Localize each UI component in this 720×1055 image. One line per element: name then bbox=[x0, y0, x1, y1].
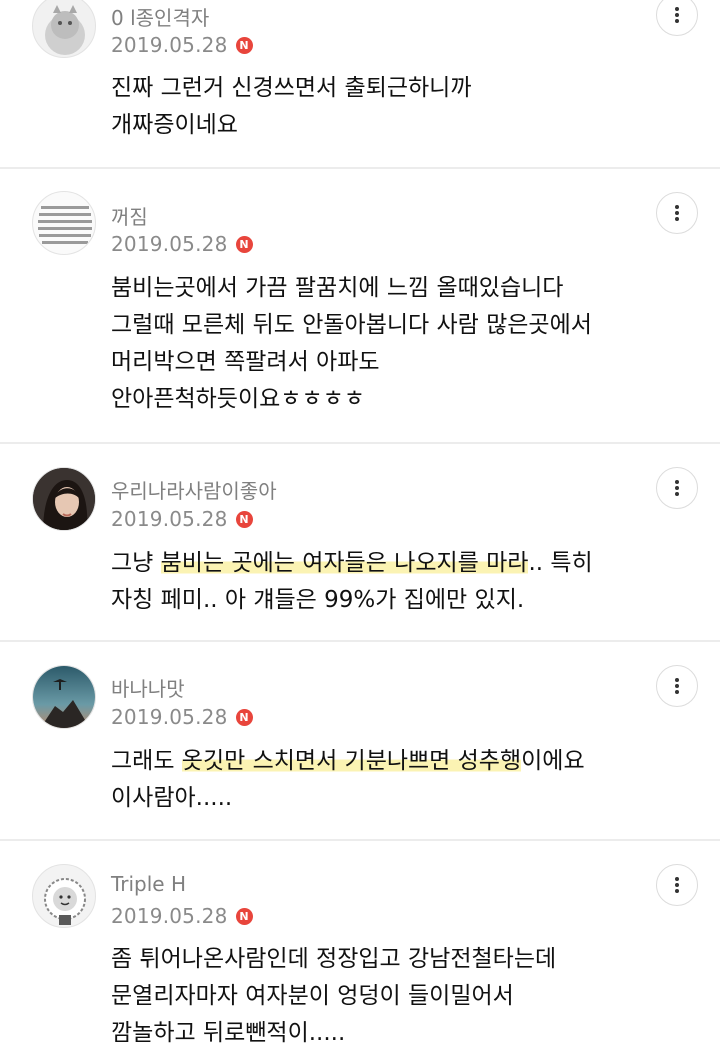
more-vertical-icon bbox=[675, 678, 679, 694]
comment-nickname[interactable]: 꺼짐 bbox=[111, 201, 148, 230]
new-badge-icon: N bbox=[235, 235, 253, 253]
comment-line: 안아픈척하듯이요ㅎㅎㅎㅎ bbox=[111, 381, 701, 418]
new-badge-icon: N bbox=[235, 907, 253, 925]
more-options-button[interactable] bbox=[656, 0, 698, 36]
highlighted-text: 옷깃만 스치면서 기분나쁘면 성추행 bbox=[181, 748, 522, 774]
more-options-button[interactable] bbox=[656, 864, 698, 906]
comment-date: 2019.05.28 bbox=[111, 507, 228, 531]
comment-nickname[interactable]: Triple H bbox=[111, 872, 186, 896]
comment-text: 머리박으면 쪽팔려서 아파도 bbox=[111, 349, 380, 375]
avatar[interactable] bbox=[32, 864, 96, 928]
comment-text: 좀 튀어나온사람인데 정장입고 강남전철타는데 bbox=[111, 946, 557, 972]
comment-body: 붐비는곳에서 가끔 팔꿈치에 느낌 올때있습니다그럴때 모른체 뒤도 안돌아봅니… bbox=[111, 270, 701, 418]
comment-nickname[interactable]: 우리나라사람이좋아 bbox=[111, 475, 277, 504]
avatar[interactable] bbox=[32, 0, 96, 58]
comment-meta: 2019.05.28 N bbox=[111, 705, 253, 729]
more-options-button[interactable] bbox=[656, 192, 698, 234]
comment-date: 2019.05.28 bbox=[111, 232, 228, 256]
more-options-button[interactable] bbox=[656, 665, 698, 707]
comment-text: 진짜 그런거 신경쓰면서 출퇴근하니까 bbox=[111, 75, 472, 101]
more-options-button[interactable] bbox=[656, 467, 698, 509]
comment-text: 개짜증이네요 bbox=[111, 112, 238, 138]
comment-body: 진짜 그런거 신경쓰면서 출퇴근하니까개짜증이네요 bbox=[111, 70, 701, 144]
comment-body: 그래도 옷깃만 스치면서 기분나쁘면 성추행이에요이사람아..... bbox=[111, 743, 701, 817]
comment-line: 자칭 페미.. 아 걔들은 99%가 집에만 있지. bbox=[111, 582, 701, 619]
comment-text: 안아픈척하듯이요ㅎㅎㅎㅎ bbox=[111, 386, 365, 412]
comment-meta: 2019.05.28 N bbox=[111, 507, 253, 531]
comment-body: 좀 튀어나온사람인데 정장입고 강남전철타는데문열리자마자 여자분이 엉덩이 들… bbox=[111, 941, 701, 1052]
highlighted-text: 붐비는 곳에는 여자들은 나오지를 마라 bbox=[160, 550, 529, 576]
comment-line: 붐비는곳에서 가끔 팔꿈치에 느낌 올때있습니다 bbox=[111, 270, 701, 307]
comment-text: 문열리자마자 여자분이 엉덩이 들이밀어서 bbox=[111, 983, 514, 1009]
comment-text: .. 특히 bbox=[528, 550, 593, 576]
comment-line: 진짜 그런거 신경쓰면서 출퇴근하니까 bbox=[111, 70, 701, 107]
comment-nickname[interactable]: 0 l종인격자 bbox=[111, 2, 209, 31]
comment-text: 그래도 bbox=[111, 748, 182, 774]
comment-item: 우리나라사람이좋아 2019.05.28 N 그냥 붐비는 곳에는 여자들은 나… bbox=[0, 444, 720, 640]
comment-text: 깜놀하고 뒤로뺀적이..... bbox=[111, 1020, 346, 1046]
comment-line: 이사람아..... bbox=[111, 780, 701, 817]
comment-meta: 2019.05.28 N bbox=[111, 232, 253, 256]
comment-item: 꺼짐 2019.05.28 N 붐비는곳에서 가끔 팔꿈치에 느낌 올때있습니다… bbox=[0, 169, 720, 442]
comment-nickname[interactable]: 바나나맛 bbox=[111, 673, 185, 702]
comment-meta: 2019.05.28 N bbox=[111, 904, 253, 928]
new-badge-icon: N bbox=[235, 510, 253, 528]
new-badge-icon: N bbox=[235, 36, 253, 54]
avatar[interactable] bbox=[32, 467, 96, 531]
comment-text: 이사람아..... bbox=[111, 785, 233, 811]
comment-date: 2019.05.28 bbox=[111, 33, 228, 57]
more-vertical-icon bbox=[675, 205, 679, 221]
more-vertical-icon bbox=[675, 877, 679, 893]
comment-text: 그냥 bbox=[111, 550, 161, 576]
comment-date: 2019.05.28 bbox=[111, 904, 228, 928]
comment-item: Triple H 2019.05.28 N 좀 튀어나온사람인데 정장입고 강남… bbox=[0, 841, 720, 1055]
comment-text: 자칭 페미.. 아 걔들은 99%가 집에만 있지. bbox=[111, 587, 525, 613]
comment-line: 개짜증이네요 bbox=[111, 107, 701, 144]
more-vertical-icon bbox=[675, 7, 679, 23]
comment-text: 이에요 bbox=[521, 748, 585, 774]
comment-date: 2019.05.28 bbox=[111, 705, 228, 729]
comment-line: 머리박으면 쪽팔려서 아파도 bbox=[111, 344, 701, 381]
avatar[interactable] bbox=[32, 191, 96, 255]
comment-line: 문열리자마자 여자분이 엉덩이 들이밀어서 bbox=[111, 978, 701, 1015]
comment-body: 그냥 붐비는 곳에는 여자들은 나오지를 마라.. 특히 자칭 페미.. 아 걔들… bbox=[111, 545, 701, 619]
comment-line: 그럴때 모른체 뒤도 안돌아봅니다 사람 많은곳에서 bbox=[111, 307, 701, 344]
comment-line: 좀 튀어나온사람인데 정장입고 강남전철타는데 bbox=[111, 941, 701, 978]
comment-line: 깜놀하고 뒤로뺀적이..... bbox=[111, 1015, 701, 1052]
avatar[interactable] bbox=[32, 665, 96, 729]
comment-item: 0 l종인격자 2019.05.28 N 진짜 그런거 신경쓰면서 출퇴근하니까… bbox=[0, 0, 720, 167]
more-vertical-icon bbox=[675, 480, 679, 496]
comment-text: 그럴때 모른체 뒤도 안돌아봅니다 사람 많은곳에서 bbox=[111, 312, 592, 338]
new-badge-icon: N bbox=[235, 708, 253, 726]
comment-line: 그래도 옷깃만 스치면서 기분나쁘면 성추행이에요 bbox=[111, 743, 701, 780]
comment-text: 붐비는곳에서 가끔 팔꿈치에 느낌 올때있습니다 bbox=[111, 275, 564, 301]
comment-line: 그냥 붐비는 곳에는 여자들은 나오지를 마라.. 특히 bbox=[111, 545, 701, 582]
comment-item: 바나나맛 2019.05.28 N 그래도 옷깃만 스치면서 기분나쁘면 성추행… bbox=[0, 642, 720, 839]
comment-meta: 2019.05.28 N bbox=[111, 33, 253, 57]
